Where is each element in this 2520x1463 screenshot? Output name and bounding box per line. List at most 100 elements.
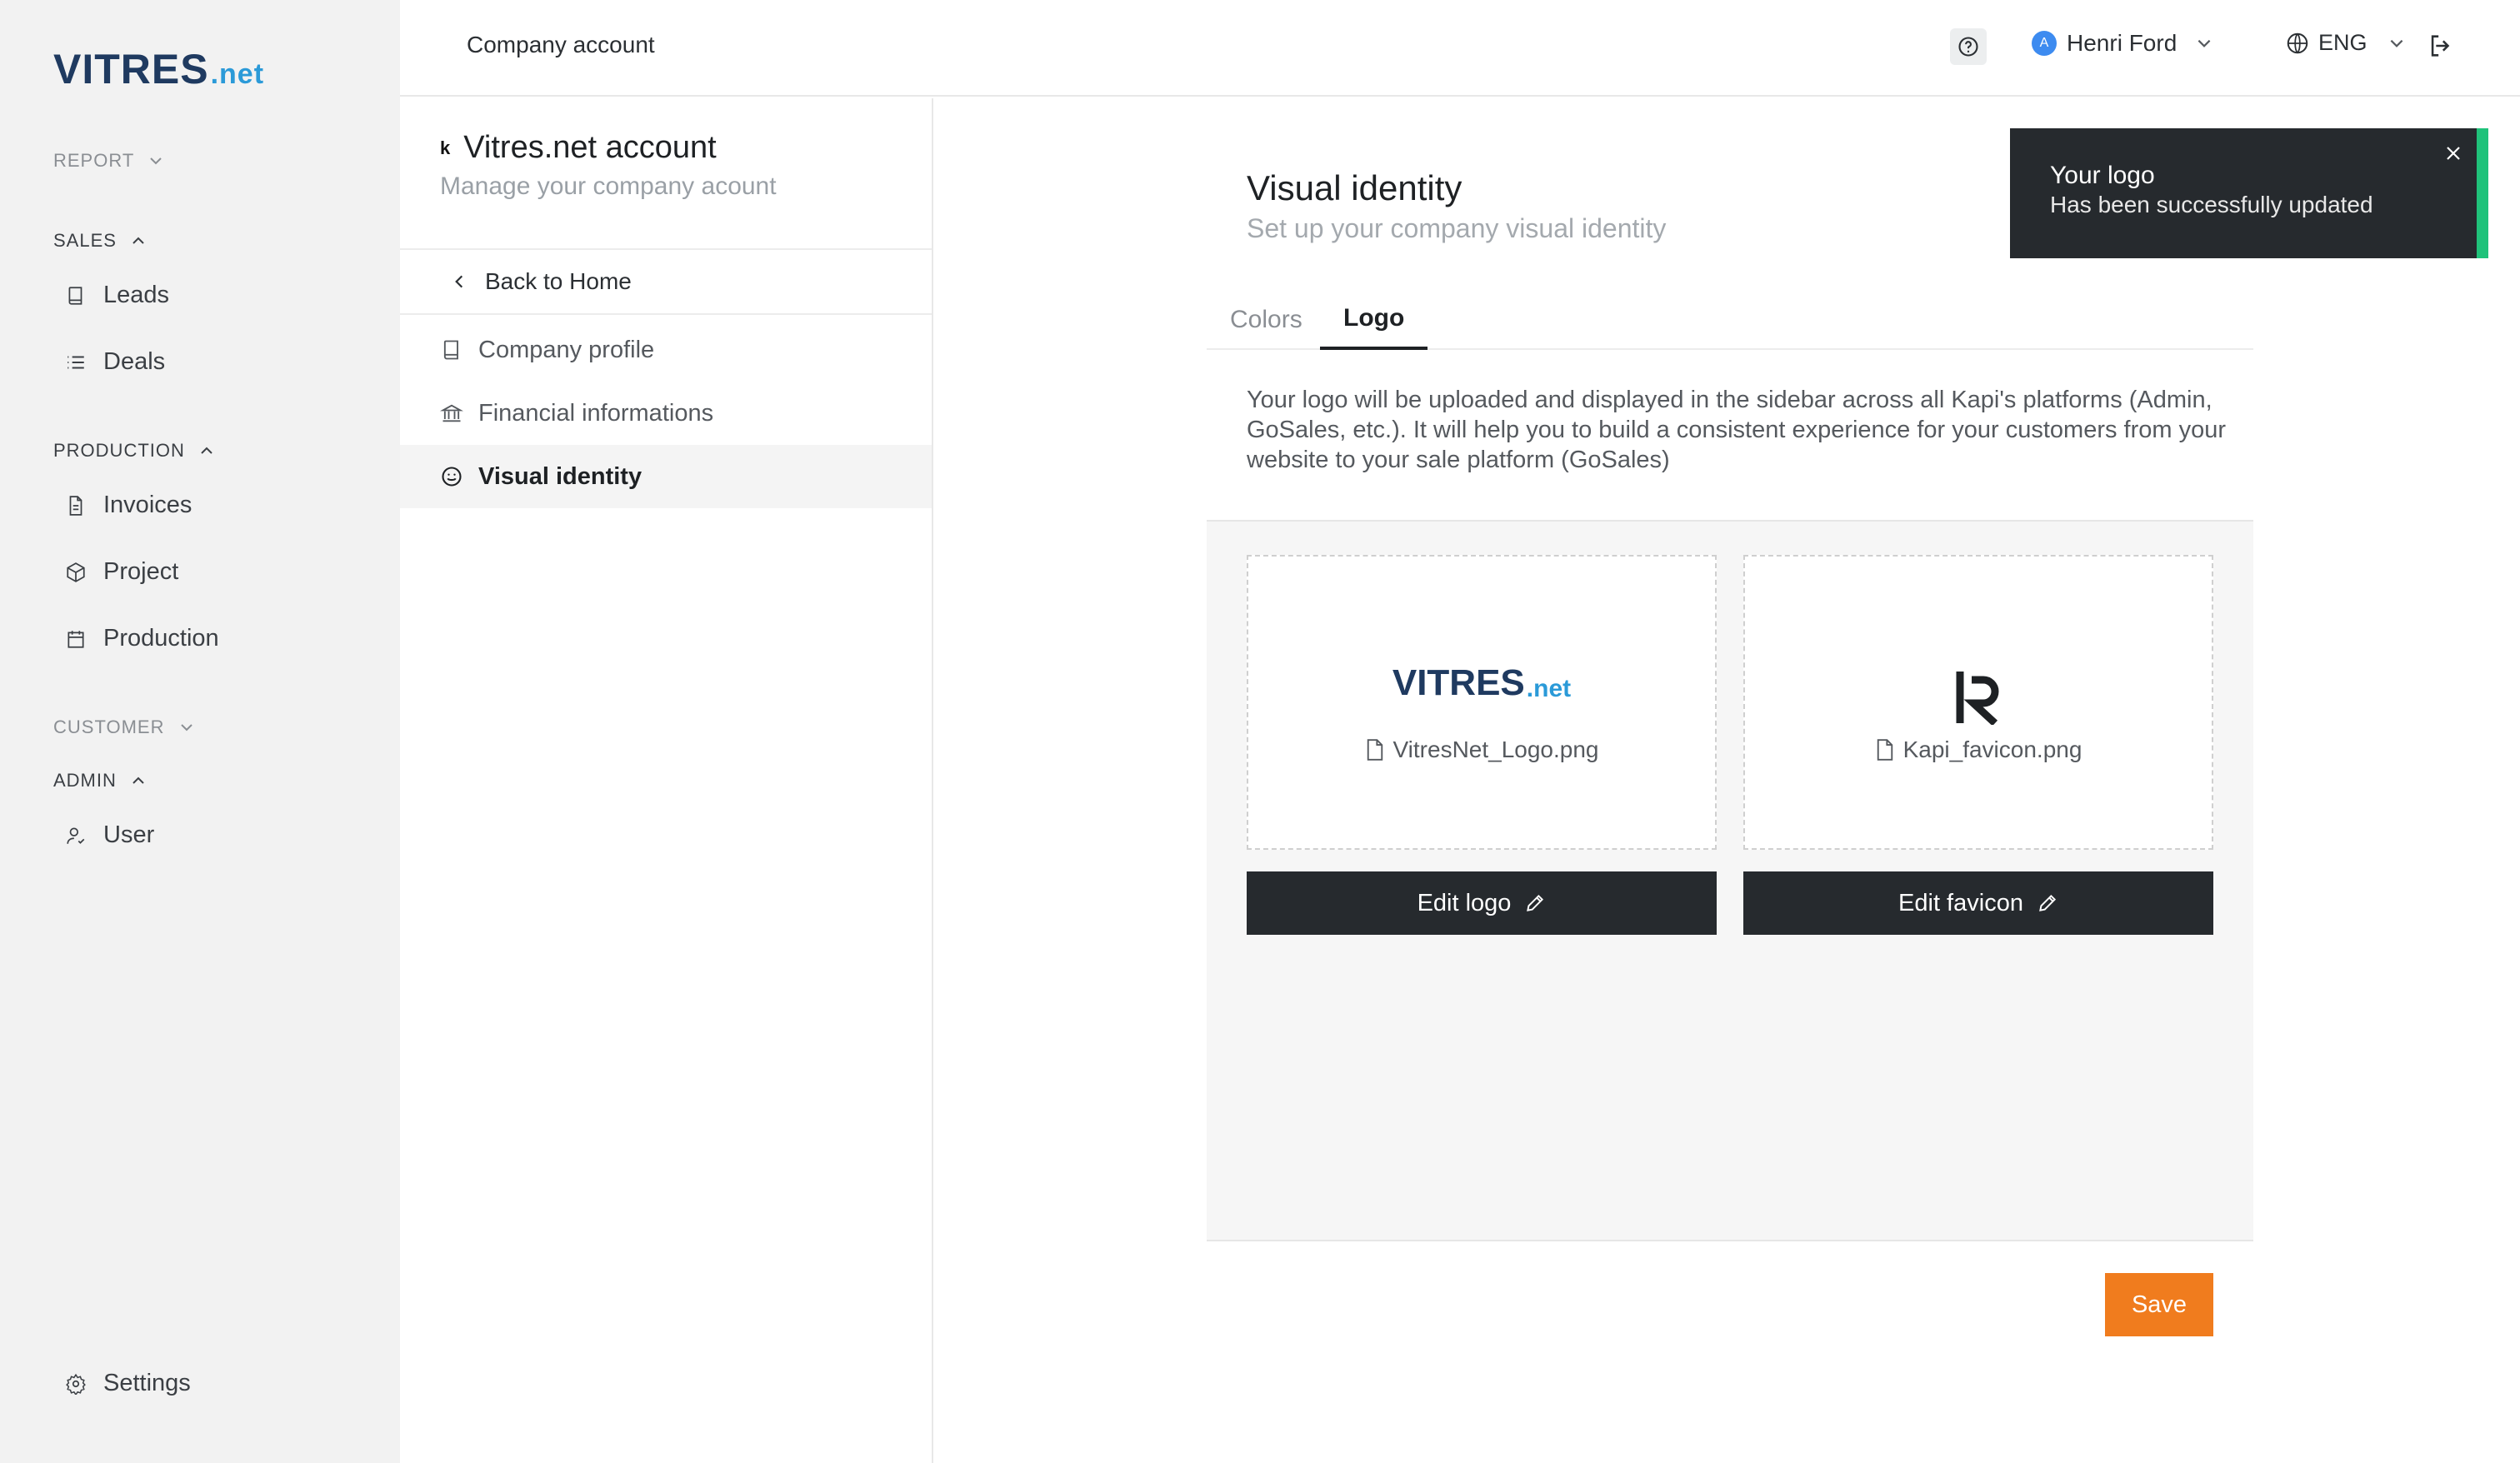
sidebar-item-project[interactable]: Project <box>65 558 178 586</box>
help-button[interactable] <box>1950 28 1987 65</box>
brand-wordmark: VITRES .net <box>53 32 264 90</box>
file-icon <box>1877 739 1892 761</box>
language-label: ENG <box>2318 30 2368 55</box>
chevron-down-icon <box>2198 39 2211 47</box>
list-icon <box>68 356 84 368</box>
brand-main: VITRES <box>53 46 209 92</box>
section-report-label: REPORT <box>53 150 135 171</box>
top-bar: Company account A Henri Ford ENG <box>400 0 2520 97</box>
account-header: k Vitres.net account Manage your company… <box>440 130 777 201</box>
account-name: Vitres.net account <box>463 130 717 165</box>
sidebar-item-label: Project <box>103 558 179 585</box>
sidebar-item-leads[interactable]: Leads <box>65 282 169 309</box>
avatar: A <box>2032 31 2057 56</box>
company-favicon: k <box>440 137 451 158</box>
logo-filename: VitresNet_Logo.png <box>1392 736 1599 762</box>
toast-message: Has been successfully updated <box>2050 192 2373 217</box>
language-menu[interactable]: ENG <box>2285 30 2406 56</box>
edit-logo-label: Edit logo <box>1417 889 1512 916</box>
chevron-down-icon <box>2390 39 2402 47</box>
upload-area: VITRES.net VitresNet_Logo.png Edit logo <box>1207 520 2253 1241</box>
logo-preview-suffix: .net <box>1526 675 1572 702</box>
chevron-up-icon <box>132 237 144 244</box>
bank-icon <box>440 404 463 422</box>
sidebar-item-user[interactable]: User <box>65 821 154 849</box>
account-settings-nav: k Vitres.net account Manage your company… <box>400 98 933 1463</box>
favicon-filename: Kapi_favicon.png <box>1902 736 2082 762</box>
sidebar-item-label: Production <box>103 625 219 652</box>
settings-item-label: Company profile <box>478 336 655 363</box>
logo-preview-main: VITRES <box>1392 662 1525 703</box>
sidebar-item-settings[interactable]: Settings <box>65 1370 191 1397</box>
brand-suffix: .net <box>210 58 265 90</box>
panel-header: Visual identity Set up your company visu… <box>1247 168 1666 244</box>
book-icon <box>68 286 82 305</box>
section-customer-label: CUSTOMER <box>53 717 165 737</box>
page-title: Company account <box>467 32 655 57</box>
favicon-dropzone[interactable]: Kapi_favicon.png <box>1743 555 2213 850</box>
pencil-icon <box>1527 894 1544 911</box>
edit-logo-button[interactable]: Edit logo <box>1247 871 1717 935</box>
success-toast: Your logo Has been successfully updated <box>2010 128 2488 258</box>
brand-logo[interactable]: VITRES .net <box>53 32 263 90</box>
chevron-down-icon <box>180 724 192 732</box>
logo-dropzone[interactable]: VITRES .net VitresNet_Logo.png <box>1247 555 1717 850</box>
section-production-label: PRODUCTION <box>53 440 185 461</box>
identity-tabs: Colors Logo <box>1207 290 2253 350</box>
gear-icon <box>66 1373 86 1395</box>
help-icon <box>1958 37 1978 57</box>
chevron-up-icon <box>132 776 144 784</box>
chevron-left-icon <box>455 275 463 288</box>
settings-item-visual-identity[interactable]: Visual identity <box>400 445 932 508</box>
section-customer[interactable]: CUSTOMER <box>53 717 195 738</box>
visual-identity-panel: Visual identity Set up your company visu… <box>935 98 2520 1463</box>
file-icon <box>1367 739 1382 761</box>
sidebar-item-production[interactable]: Production <box>65 625 219 652</box>
favicon-k-mark <box>1956 672 1999 725</box>
pencil-icon <box>2039 894 2056 911</box>
tab-label: Logo <box>1343 304 1405 332</box>
section-admin[interactable]: ADMIN <box>53 770 147 791</box>
sidebar-item-invoices[interactable]: Invoices <box>65 492 192 519</box>
section-admin-label: ADMIN <box>53 770 117 791</box>
calendar-icon <box>68 630 84 648</box>
toast-title: Your logo <box>2050 162 2155 189</box>
logo-file: VitresNet_Logo.png <box>1248 736 1715 763</box>
close-icon[interactable] <box>2443 143 2463 163</box>
smile-icon <box>442 467 462 487</box>
edit-favicon-button[interactable]: Edit favicon <box>1743 871 2213 935</box>
user-menu[interactable]: A Henri Ford <box>2032 30 2213 57</box>
save-button[interactable]: Save <box>2105 1273 2213 1336</box>
sidebar-item-label: Leads <box>103 282 170 308</box>
favicon-preview <box>1745 670 2212 725</box>
panel-subtitle: Set up your company visual identity <box>1247 213 1667 243</box>
panel-title: Visual identity <box>1247 168 1462 207</box>
document-icon <box>69 495 82 516</box>
user-name: Henri Ford <box>2067 30 2178 56</box>
settings-item-label: Visual identity <box>478 462 642 490</box>
chevron-up-icon <box>201 447 212 454</box>
sidebar-item-label: User <box>103 821 155 848</box>
cube-icon <box>67 562 85 582</box>
app-sidebar: VITRES .net REPORT SALES Leads Deals PROD… <box>0 0 400 1463</box>
sidebar-item-label: Deals <box>103 348 166 375</box>
sidebar-item-deals[interactable]: Deals <box>65 348 165 376</box>
favicon-file: Kapi_favicon.png <box>1745 736 2212 763</box>
logout-icon[interactable] <box>2427 32 2455 60</box>
section-report[interactable]: REPORT <box>53 150 164 172</box>
user-icon <box>67 826 85 844</box>
tab-label: Colors <box>1230 306 1302 333</box>
back-to-home-link[interactable]: Back to Home <box>400 248 932 315</box>
back-label: Back to Home <box>485 268 632 294</box>
logo-description: Your logo will be uploaded and displayed… <box>1247 387 2227 473</box>
edit-favicon-label: Edit favicon <box>1898 889 2023 916</box>
globe-icon <box>2287 32 2308 53</box>
section-production[interactable]: PRODUCTION <box>53 440 215 462</box>
section-sales-label: SALES <box>53 230 117 251</box>
section-sales[interactable]: SALES <box>53 230 147 252</box>
tab-colors[interactable]: Colors <box>1207 290 1326 350</box>
settings-item-financial[interactable]: Financial informations <box>400 382 932 445</box>
logo-preview: VITRES .net <box>1248 665 1715 702</box>
tab-logo[interactable]: Logo <box>1320 290 1428 350</box>
settings-item-company-profile[interactable]: Company profile <box>400 318 932 382</box>
